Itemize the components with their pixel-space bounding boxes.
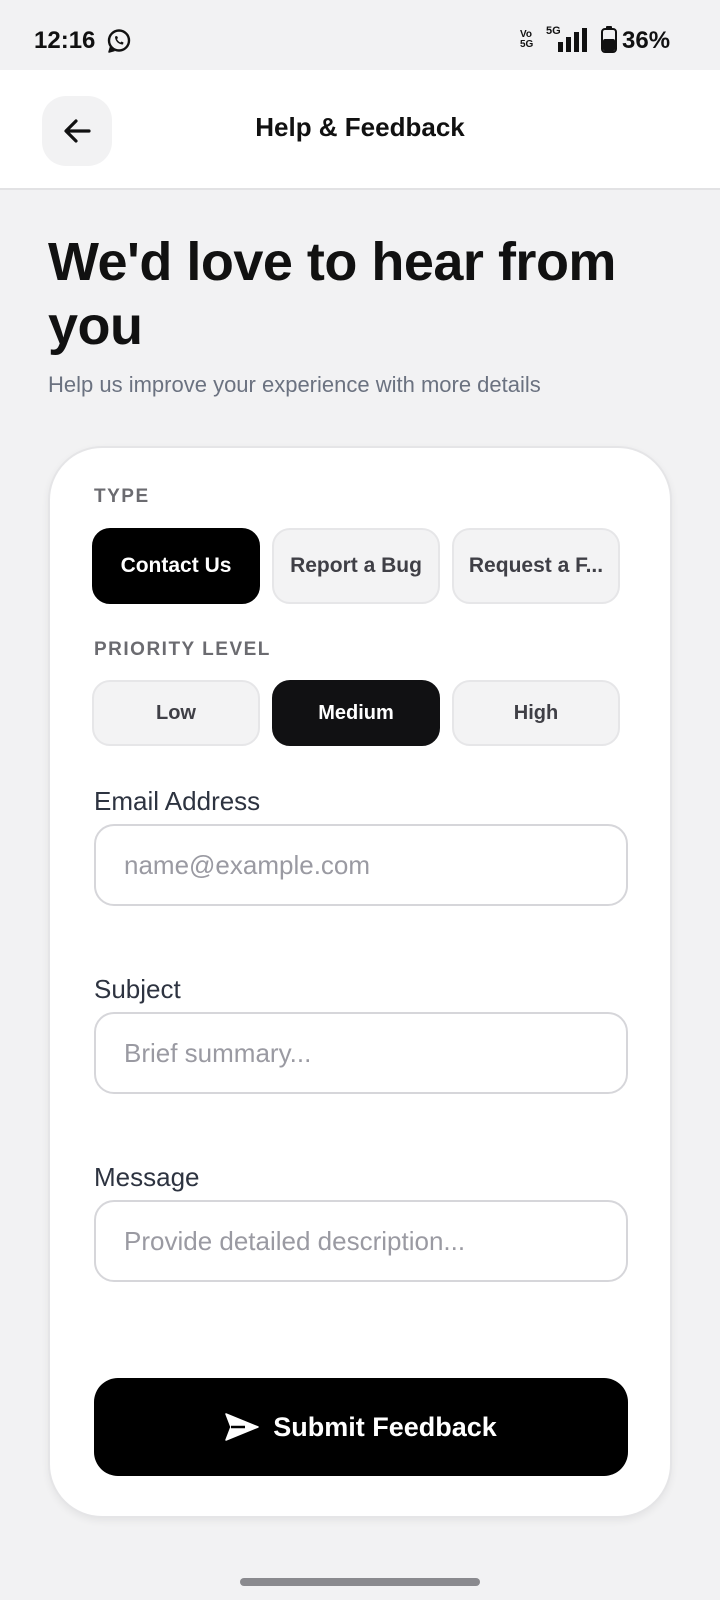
battery-icon [601,26,617,53]
whatsapp-icon [107,29,131,53]
page-title: Help & Feedback [255,112,465,142]
priority-high[interactable]: High [452,680,620,746]
email-label: Email Address [94,786,261,816]
hero-subtitle: Help us improve your experience with mor… [48,372,541,397]
email-field[interactable] [94,824,628,906]
type-chip-request-feature[interactable]: Request a F... [452,528,620,604]
submit-feedback-button[interactable]: Submit Feedback [94,1378,628,1476]
submit-label: Submit Feedback [273,1411,497,1442]
type-chip-label: Request a F... [468,554,604,577]
type-label: TYPE [94,486,150,507]
type-chip-label: Report a Bug [290,554,422,577]
message-field[interactable] [94,1200,628,1282]
priority-option-label: Medium [318,701,394,724]
status-time: 12:16 [34,27,96,54]
message-label: Message [94,1162,200,1192]
feedback-form-card: TYPE Contact Us Report a Bug Request a F… [48,446,672,1518]
status-bar: 12:16 Vo 5G 5G 36% [0,0,720,70]
send-icon [225,1413,259,1441]
signal-icon [558,28,587,52]
hero-title: We'd love to hear from you [48,232,616,356]
type-chip-label: Contact Us [120,554,232,577]
volte-indicator: Vo 5G [520,29,534,50]
type-chip-contact-us[interactable]: Contact Us [92,528,260,604]
battery-level: 36% [622,27,671,54]
priority-option-label: High [513,701,559,724]
priority-low[interactable]: Low [92,680,260,746]
priority-medium[interactable]: Medium [272,680,440,746]
subject-field[interactable] [94,1012,628,1094]
priority-label: PRIORITY LEVEL [94,639,271,660]
priority-option-label: Low [156,701,196,724]
subject-label: Subject [94,974,181,1004]
app-header: Help & Feedback [0,70,720,190]
home-indicator[interactable] [240,1578,480,1586]
type-chip-report-bug[interactable]: Report a Bug [272,528,440,604]
